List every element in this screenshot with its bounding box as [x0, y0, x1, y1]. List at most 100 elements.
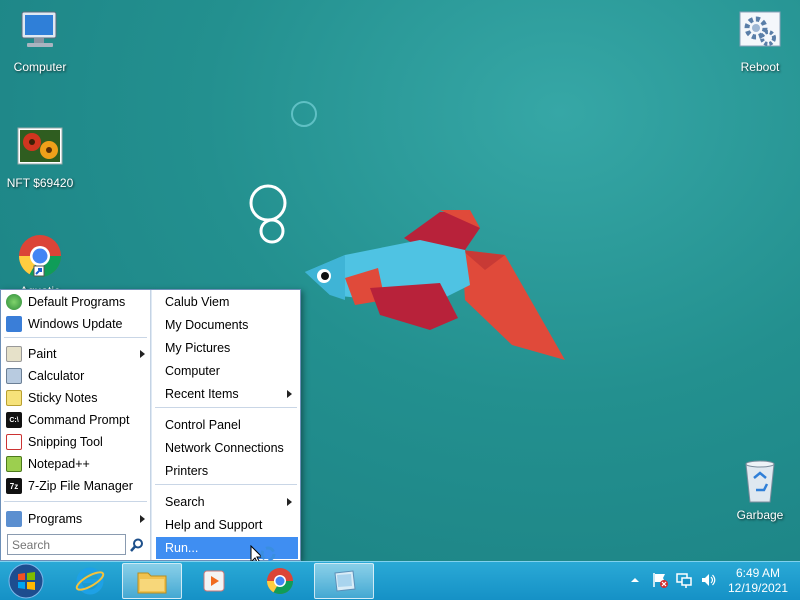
- programs-icon: [6, 511, 22, 527]
- menu-item-calculator[interactable]: Calculator: [3, 365, 149, 387]
- menu-item-label: Default Programs: [28, 295, 126, 309]
- window-icon: [334, 570, 356, 592]
- submenu-arrow-icon: [140, 350, 145, 358]
- menu-item-label: Notepad++: [28, 457, 90, 471]
- menu-item-search[interactable]: Search: [156, 491, 298, 513]
- computer-icon: [16, 8, 64, 56]
- menu-item-recent-items[interactable]: Recent Items: [156, 383, 298, 405]
- menu-item-label: Snipping Tool: [28, 435, 103, 449]
- paint-icon: [6, 346, 22, 362]
- menu-item-notepad[interactable]: Notepad++: [3, 453, 149, 475]
- menu-item-label: Calub Viem: [165, 295, 230, 309]
- menu-item-label: Windows Update: [28, 317, 123, 331]
- chrome-icon: [16, 232, 64, 280]
- flower-image-icon: [16, 124, 64, 172]
- submenu-arrow-icon: [287, 498, 292, 506]
- menu-item-label: Run...: [165, 541, 199, 555]
- notepad-icon: [6, 456, 22, 472]
- search-icon: [130, 538, 143, 552]
- tray-clock[interactable]: 6:49 AM 12/19/2021: [718, 566, 798, 596]
- bubble-medium: [259, 218, 285, 244]
- window-button[interactable]: [314, 563, 374, 599]
- menu-item-label: Command Prompt: [28, 413, 130, 427]
- reboot-icon: [736, 8, 784, 56]
- desktop-icon-label: Computer: [13, 60, 67, 74]
- bubble-small: [291, 101, 317, 127]
- menu-item-programs[interactable]: Programs: [3, 508, 149, 530]
- menu-item-computer[interactable]: Computer: [156, 360, 298, 382]
- search-button[interactable]: [128, 535, 146, 554]
- bubble-large: [249, 184, 287, 222]
- internet-explorer-icon: [75, 567, 105, 595]
- menu-item-label: My Pictures: [165, 341, 231, 355]
- 7zip-icon: 7z: [6, 478, 22, 494]
- menu-item-label: Printers: [165, 464, 209, 478]
- start-search-input[interactable]: [7, 534, 126, 555]
- menu-item-label: Search: [165, 495, 205, 509]
- menu-item-label: Sticky Notes: [28, 391, 98, 405]
- menu-item-default-programs[interactable]: Default Programs: [3, 291, 149, 313]
- chrome-button[interactable]: [250, 563, 310, 599]
- network-icon[interactable]: [676, 572, 692, 588]
- default-programs-icon: [6, 294, 22, 310]
- clock-time: 6:49 AM: [735, 566, 781, 580]
- desktop-icon-garbage[interactable]: Garbage: [720, 456, 800, 522]
- menu-item-label: My Documents: [165, 318, 249, 332]
- volume-icon[interactable]: [700, 572, 716, 588]
- menu-item-label: Computer: [165, 364, 220, 378]
- menu-item-my-pictures[interactable]: My Pictures: [156, 337, 298, 359]
- menu-item-printers[interactable]: Printers: [156, 460, 298, 482]
- sticky-notes-icon: [6, 390, 22, 406]
- menu-item-7zip[interactable]: 7z 7-Zip File Manager: [3, 475, 149, 497]
- menu-item-snipping-tool[interactable]: Snipping Tool: [3, 431, 149, 453]
- start-menu: Default Programs Windows Update Paint Ca…: [0, 289, 301, 561]
- menu-item-label: Calculator: [28, 369, 85, 383]
- start-menu-places-pane: Calub Viem My Documents My Pictures Comp…: [152, 290, 300, 560]
- menu-item-command-prompt[interactable]: C:\ Command Prompt: [3, 409, 149, 431]
- start-button[interactable]: [0, 563, 52, 599]
- internet-explorer-button[interactable]: [60, 563, 120, 599]
- betta-fish-illustration: [305, 210, 565, 360]
- menu-item-help-and-support[interactable]: Help and Support: [156, 514, 298, 536]
- show-hidden-icons-button[interactable]: [630, 575, 646, 591]
- file-explorer-button[interactable]: [122, 563, 182, 599]
- media-player-icon: [203, 570, 225, 592]
- menu-item-windows-update[interactable]: Windows Update: [3, 313, 149, 335]
- menu-item-sticky-notes[interactable]: Sticky Notes: [3, 387, 149, 409]
- calculator-icon: [6, 368, 22, 384]
- menu-item-label: 7-Zip File Manager: [28, 479, 133, 493]
- start-menu-programs-pane: Default Programs Windows Update Paint Ca…: [1, 290, 151, 560]
- desktop-icon-computer[interactable]: Computer: [0, 8, 80, 74]
- desktop-icon-label: Garbage: [736, 508, 784, 522]
- menu-item-control-panel[interactable]: Control Panel: [156, 414, 298, 436]
- menu-item-label: Paint: [28, 347, 57, 361]
- menu-separator: [4, 337, 147, 338]
- chrome-icon: [266, 568, 294, 595]
- menu-separator: [155, 407, 297, 408]
- menu-item-label: Network Connections: [165, 441, 284, 455]
- desktop-icon-nft[interactable]: NFT $69420: [0, 124, 80, 190]
- desktop-icon-label: Reboot: [740, 60, 780, 74]
- menu-item-label: Control Panel: [165, 418, 241, 432]
- taskbar: 6:49 AM 12/19/2021: [0, 561, 800, 600]
- desktop: Computer NFT $69420 Reboot Garbage Defau…: [0, 0, 800, 561]
- clock-date: 12/19/2021: [727, 581, 789, 595]
- menu-item-user-folder[interactable]: Calub Viem: [156, 291, 298, 313]
- menu-item-label: Programs: [28, 512, 83, 526]
- recycle-bin-icon: [736, 456, 784, 504]
- menu-item-my-documents[interactable]: My Documents: [156, 314, 298, 336]
- menu-item-label: Help and Support: [165, 518, 263, 532]
- windows-logo-icon: [8, 563, 44, 599]
- folder-icon: [137, 572, 167, 594]
- desktop-icon-label: NFT $69420: [6, 176, 74, 190]
- media-player-button[interactable]: [184, 563, 244, 599]
- menu-item-network-connections[interactable]: Network Connections: [156, 437, 298, 459]
- menu-separator: [155, 484, 297, 485]
- submenu-arrow-icon: [287, 390, 292, 398]
- menu-separator: [4, 501, 147, 502]
- submenu-arrow-icon: [140, 515, 145, 523]
- desktop-icon-reboot[interactable]: Reboot: [720, 8, 800, 74]
- action-center-icon[interactable]: [652, 572, 668, 588]
- menu-item-paint[interactable]: Paint: [3, 343, 149, 365]
- command-prompt-icon: C:\: [6, 412, 22, 428]
